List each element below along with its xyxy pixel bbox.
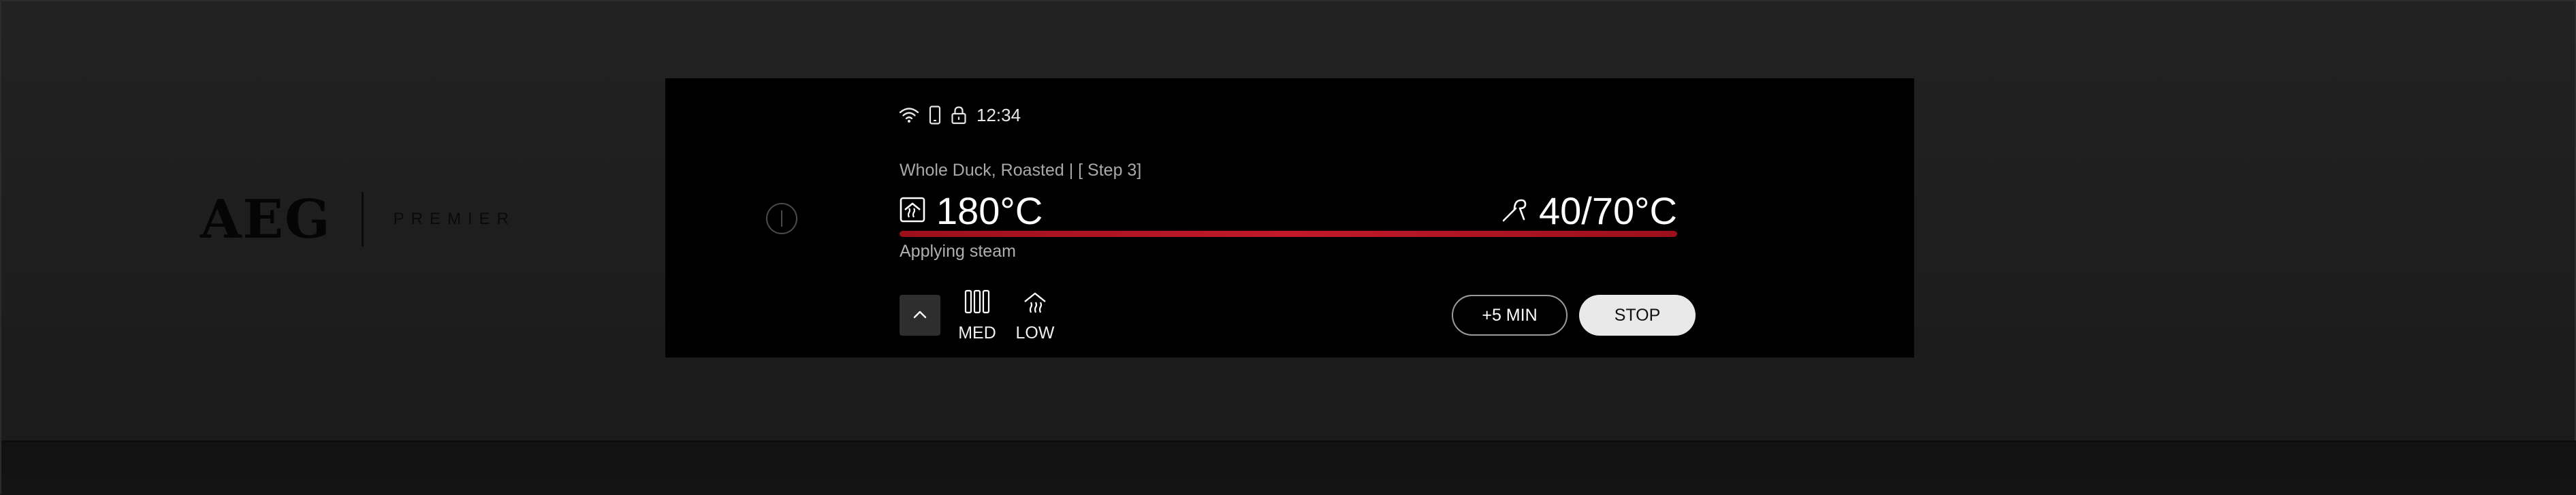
display-screen: 12:34 Whole Duck, Roasted | [ Step 3] 18… — [665, 78, 1914, 357]
clock-time: 12:34 — [976, 104, 1021, 125]
probe-temperature[interactable]: 40/70°C — [1501, 187, 1677, 235]
brand-logo: AEG — [200, 188, 332, 251]
oven-heat-icon — [900, 197, 925, 225]
program-title: Whole Duck, Roasted | [ Step 3] — [900, 161, 1142, 180]
power-icon[interactable] — [766, 203, 797, 234]
bottom-trim — [1, 441, 2576, 495]
progress-fill — [900, 231, 1677, 237]
expand-button[interactable] — [900, 295, 940, 336]
oven-temperature[interactable]: 180°C — [900, 187, 1043, 235]
lock-icon — [951, 106, 967, 125]
oven-temperature-value: 180°C — [936, 189, 1043, 232]
phase-status: Applying steam — [900, 242, 1016, 261]
fan-level-icon — [1021, 289, 1049, 318]
fan-level-button[interactable]: LOW — [1011, 289, 1059, 344]
steam-level-label: MED — [958, 323, 996, 342]
brand-divider — [361, 192, 364, 246]
status-bar: 12:34 — [899, 103, 1021, 127]
brand-line: PREMIER — [393, 210, 515, 228]
add-5-min-button[interactable]: +5 MIN — [1452, 295, 1568, 336]
phone-icon — [929, 106, 941, 125]
wifi-icon — [899, 106, 919, 124]
oven-front-panel: AEG PREMIER 12:34 Whole Duck, Roasted | … — [0, 0, 2576, 495]
steam-level-button[interactable]: MED — [953, 289, 1001, 344]
fan-level-label: LOW — [1015, 323, 1055, 342]
brand-block: AEG PREMIER — [200, 189, 515, 251]
temperature-row: 180°C 40/70°C — [900, 187, 1677, 235]
stop-button[interactable]: STOP — [1579, 295, 1696, 336]
progress-bar — [900, 231, 1677, 237]
steam-level-icon — [964, 289, 991, 318]
meat-probe-icon — [1501, 196, 1528, 226]
chevron-up-icon — [912, 309, 927, 322]
probe-temperature-value: 40/70°C — [1539, 189, 1677, 232]
